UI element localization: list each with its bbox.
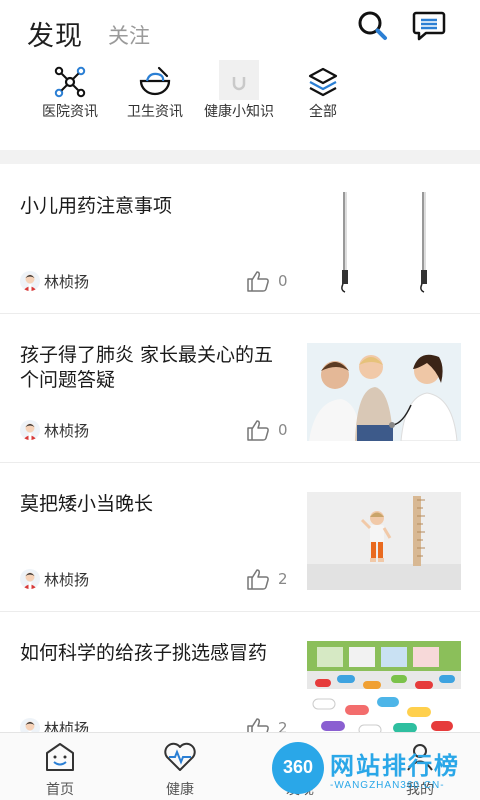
thumbs-up-icon — [247, 569, 269, 590]
tab-follow[interactable]: 关注 — [108, 20, 150, 50]
author-name: 林桢扬 — [44, 570, 90, 589]
thumbs-up-icon — [247, 420, 269, 441]
avatar — [20, 420, 40, 440]
doctor-child-image — [307, 343, 461, 441]
like-count: 0 — [278, 272, 288, 290]
height-chart-image — [307, 492, 461, 590]
article-title: 莫把矮小当晚长 — [20, 493, 154, 515]
like-button[interactable]: 0 — [246, 269, 288, 293]
article-title: 如何科学的给孩子挑选感冒药 — [20, 642, 268, 664]
nav-home[interactable]: 首页 — [15, 733, 105, 800]
search-icon — [358, 11, 387, 40]
magnet-icon — [232, 77, 246, 91]
like-count: 2 — [278, 570, 288, 588]
search-button[interactable] — [356, 9, 390, 43]
like-count: 0 — [278, 421, 288, 439]
message-icon — [412, 11, 446, 41]
category-hospital-news[interactable]: 医院资讯 — [25, 60, 115, 148]
heart-pulse-icon — [164, 742, 196, 771]
thumbs-up-icon — [247, 271, 269, 292]
category-label: 健康小知识 — [204, 104, 274, 120]
article-card[interactable]: 小儿用药注意事项 林桢扬 0 — [0, 166, 480, 314]
watermark: 360 网站排行榜 -WANGZHAN360.CN- — [268, 740, 480, 800]
like-button[interactable]: 2 — [246, 567, 288, 591]
watermark-subtitle: -WANGZHAN360.CN- — [330, 780, 445, 791]
category-row: 医院资讯 卫生资讯 健康小知识 全部 — [0, 60, 480, 148]
avatar — [20, 271, 40, 291]
category-all[interactable]: 全部 — [278, 60, 368, 148]
article-title: 孩子得了肺炎 家长最关心的五个问题答疑 — [20, 344, 274, 391]
top-header: 发现 关注 — [0, 0, 480, 60]
nav-label: 健康 — [166, 782, 194, 798]
tab-discover[interactable]: 发现 — [27, 14, 83, 53]
avatar — [20, 569, 40, 589]
article-author: 林桢扬 — [20, 568, 89, 590]
category-label: 卫生资讯 — [127, 104, 183, 120]
nav-label: 首页 — [46, 782, 74, 798]
article-card[interactable]: 孩子得了肺炎 家长最关心的五个问题答疑 林桢扬 0 — [0, 315, 480, 463]
layers-icon — [308, 67, 338, 97]
bowl-icon — [139, 66, 171, 96]
like-button[interactable]: 0 — [246, 418, 288, 442]
category-label: 全部 — [309, 104, 337, 120]
category-health-tips[interactable]: 健康小知识 — [194, 60, 284, 148]
watermark-title: 网站排行榜 — [330, 752, 460, 780]
author-name: 林桢扬 — [44, 272, 90, 291]
category-health-news[interactable]: 卫生资讯 — [110, 60, 200, 148]
smile-home-icon — [46, 743, 74, 771]
hooks-image — [307, 192, 461, 298]
category-label: 医院资讯 — [42, 104, 98, 120]
watermark-logo: 360 — [272, 742, 324, 794]
network-icon — [54, 66, 86, 98]
article-title: 小儿用药注意事项 — [20, 195, 173, 217]
article-author: 林桢扬 — [20, 419, 89, 441]
article-card[interactable]: 莫把矮小当晚长 林桢扬 2 — [0, 464, 480, 612]
author-name: 林桢扬 — [44, 421, 90, 440]
section-divider — [0, 150, 480, 164]
article-author: 林桢扬 — [20, 270, 89, 292]
pills-image — [307, 641, 461, 739]
nav-health[interactable]: 健康 — [135, 733, 225, 800]
message-button[interactable] — [412, 9, 446, 43]
